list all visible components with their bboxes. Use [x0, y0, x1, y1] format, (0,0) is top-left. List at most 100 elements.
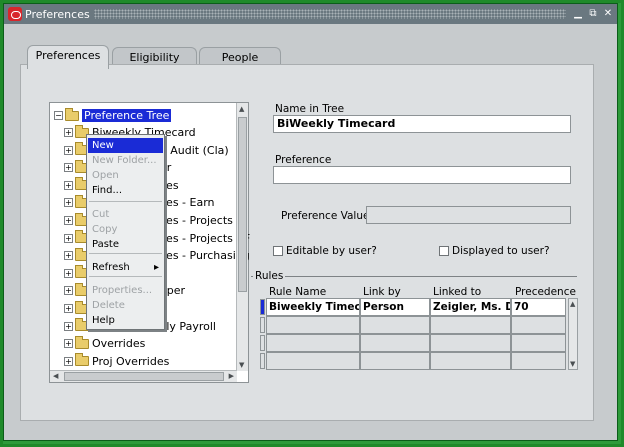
- row-indicator[interactable]: [260, 353, 265, 369]
- title-bar[interactable]: Preferences ▁ ⧉ ✕: [4, 4, 617, 24]
- row-indicator[interactable]: [260, 317, 265, 333]
- tab-people-label: People: [221, 51, 259, 64]
- expand-icon[interactable]: +: [64, 356, 73, 366]
- expand-icon[interactable]: +: [64, 304, 73, 313]
- tree-horizontal-scrollbar[interactable]: ◀ ▶: [50, 370, 237, 382]
- menu-item-label: Delete: [92, 300, 125, 311]
- menu-separator: [89, 276, 162, 277]
- preference-field[interactable]: [273, 166, 571, 184]
- tree-item[interactable]: + Proj Overrides: [64, 353, 169, 370]
- menu-item-refresh[interactable]: Refresh ▸: [88, 260, 163, 275]
- expand-icon[interactable]: +: [64, 321, 73, 331]
- rules-cell-rule-name[interactable]: [266, 334, 360, 352]
- editable-by-user-label: Editable by user?: [286, 245, 377, 257]
- scroll-left-icon[interactable]: ◀: [53, 372, 58, 380]
- tree-item[interactable]: + Overrides: [64, 335, 145, 352]
- window-title: Preferences: [25, 7, 90, 21]
- rules-cell-rule-name[interactable]: [266, 352, 360, 370]
- rules-cell-precedence[interactable]: 70: [511, 298, 566, 316]
- menu-item-find[interactable]: Find...: [88, 183, 163, 198]
- rules-scroll-up-icon[interactable]: ▲: [570, 300, 575, 308]
- menu-item-open[interactable]: Open: [88, 168, 163, 183]
- col-link-by: Link by: [363, 286, 401, 298]
- menu-separator: [89, 201, 162, 202]
- menu-item-cut[interactable]: Cut: [88, 207, 163, 222]
- menu-item-new-folder[interactable]: New Folder...: [88, 153, 163, 168]
- folder-icon: [75, 353, 89, 367]
- name-in-tree-label: Name in Tree: [275, 103, 345, 115]
- rules-cell-linked-to[interactable]: Zeigler, Ms. Diane: [430, 298, 511, 316]
- rules-cell-link-by[interactable]: [360, 316, 430, 334]
- minimize-icon[interactable]: ▁: [572, 8, 584, 20]
- rules-divider: [251, 276, 577, 277]
- folder-open-icon: [65, 107, 79, 121]
- rules-cell-linked-to[interactable]: [430, 334, 511, 352]
- expand-icon[interactable]: +: [64, 286, 73, 296]
- rules-cell-rule-name[interactable]: [266, 316, 360, 334]
- rules-cell-precedence[interactable]: [511, 316, 566, 334]
- tree-horizontal-scroll-thumb[interactable]: [64, 372, 224, 381]
- expand-icon[interactable]: +: [64, 216, 73, 225]
- expand-icon[interactable]: +: [64, 163, 73, 173]
- submenu-arrow-icon: ▸: [153, 262, 159, 273]
- expand-icon[interactable]: +: [64, 251, 73, 261]
- rules-cell-rule-name[interactable]: Biweekly Timecard: [266, 298, 360, 316]
- expand-icon[interactable]: +: [64, 128, 73, 137]
- rules-cell-linked-to[interactable]: [430, 352, 511, 370]
- restore-icon[interactable]: ⧉: [587, 8, 599, 20]
- menu-item-label: Refresh: [92, 262, 130, 273]
- rules-cell-precedence[interactable]: [511, 334, 566, 352]
- scroll-up-icon[interactable]: ▲: [239, 105, 244, 113]
- expand-icon[interactable]: +: [64, 180, 73, 190]
- rules-cell-linked-to[interactable]: [430, 316, 511, 334]
- rules-vertical-scrollbar[interactable]: ▲ ▼: [568, 298, 578, 370]
- tab-preferences-label: Preferences: [35, 49, 101, 62]
- preference-label: Preference: [275, 154, 332, 166]
- row-indicator[interactable]: [260, 299, 265, 315]
- menu-separator: [89, 253, 162, 254]
- menu-item-new[interactable]: New: [88, 138, 163, 153]
- col-rule-name: Rule Name: [269, 286, 327, 298]
- rules-section-label: Rules: [253, 270, 286, 282]
- menu-item-paste[interactable]: Paste: [88, 237, 163, 252]
- tree-item-label: e Audit (Cla): [160, 143, 229, 157]
- scroll-right-icon[interactable]: ▶: [229, 372, 234, 380]
- name-in-tree-field[interactable]: BiWeekly Timecard: [273, 115, 571, 133]
- tree-vertical-scrollbar[interactable]: ▲ ▼: [236, 103, 248, 371]
- expand-icon[interactable]: +: [64, 233, 73, 243]
- menu-item-label: Find...: [92, 185, 123, 196]
- rules-cell-link-by[interactable]: Person: [360, 298, 430, 316]
- menu-item-label: Help: [92, 315, 115, 326]
- preference-values-field[interactable]: [366, 206, 571, 224]
- tree-vertical-scroll-thumb[interactable]: [238, 117, 247, 292]
- rules-scroll-down-icon[interactable]: ▼: [570, 360, 575, 368]
- rules-cell-precedence[interactable]: [511, 352, 566, 370]
- menu-item-label: Copy: [92, 224, 118, 235]
- menu-item-properties[interactable]: Properties...: [88, 283, 163, 298]
- menu-item-label: New Folder...: [92, 155, 157, 166]
- editable-by-user-checkbox[interactable]: [273, 246, 283, 256]
- rules-cell-link-by[interactable]: [360, 334, 430, 352]
- tree-root[interactable]: − Preference Tree: [54, 107, 173, 124]
- collapse-icon[interactable]: −: [54, 111, 63, 120]
- menu-item-delete[interactable]: Delete: [88, 298, 163, 313]
- tree-item-label: ces - Projects: [160, 214, 233, 227]
- preference-values-label: Preference Values: [281, 210, 375, 222]
- folder-icon: [75, 335, 89, 349]
- close-icon[interactable]: ✕: [602, 8, 614, 20]
- displayed-to-user-label: Displayed to user?: [452, 245, 550, 257]
- menu-item-label: New: [92, 140, 114, 151]
- scroll-down-icon[interactable]: ▼: [239, 361, 244, 369]
- expand-icon[interactable]: +: [64, 268, 73, 278]
- expand-icon[interactable]: +: [64, 339, 73, 349]
- displayed-to-user-checkbox[interactable]: [439, 246, 449, 256]
- row-indicator[interactable]: [260, 335, 265, 351]
- tree-item-label: ces - Earn: [160, 196, 215, 210]
- tree-root-label: Preference Tree: [80, 108, 173, 123]
- tab-preferences[interactable]: Preferences: [27, 45, 109, 69]
- rules-cell-link-by[interactable]: [360, 352, 430, 370]
- expand-icon[interactable]: +: [64, 145, 73, 155]
- menu-item-help[interactable]: Help: [88, 313, 163, 328]
- expand-icon[interactable]: +: [64, 198, 73, 208]
- menu-item-copy[interactable]: Copy: [88, 222, 163, 237]
